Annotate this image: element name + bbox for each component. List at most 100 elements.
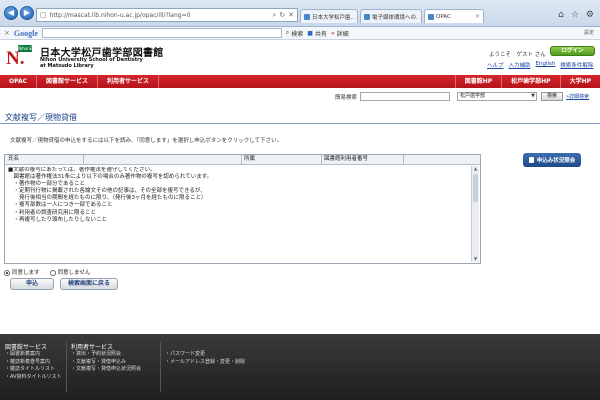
forward-icon[interactable]: ▶ [20,6,34,20]
back-icon[interactable]: ◀ [4,6,18,20]
page-title: 文献複写／現物貸借 [5,113,77,122]
tab-favicon [428,13,434,20]
footer-link[interactable]: ・文献複写・貸借申込状況照会 [71,366,141,374]
page-icon: ▢ [40,11,47,19]
magnifier-icon: ⌕ [285,29,290,36]
toolbar-share-button[interactable]: ■ 共有 [307,29,327,38]
scroll-down-icon[interactable]: ▼ [472,256,479,262]
chevron-down-icon: ▼ [531,93,535,99]
tab-label: 電子媒体環境への... [372,14,418,21]
search-icon[interactable]: ⌕ [272,11,276,20]
advanced-search-label: 詳細検索 [569,94,590,100]
back-to-search-button[interactable]: 検索画面に戻る [60,278,118,290]
login-button[interactable]: ログイン [550,46,595,56]
favorites-icon[interactable]: ☆ [571,10,579,20]
close-toolbar-icon[interactable]: × [4,29,10,37]
clear-conditions-link[interactable]: 検索条件解除 [560,61,593,69]
refresh-icon[interactable]: ↻ [279,11,285,19]
quick-search-input[interactable] [360,92,450,101]
toolbar-search-input[interactable] [41,28,282,38]
nav-university-hp[interactable]: 大学HP [561,75,600,88]
toolbar-details-button[interactable]: » 詳細 [331,29,349,38]
tab-label: 日本大学松戸歯... [312,14,354,21]
column-divider [321,155,322,164]
affiliation-column-label: 所属 [244,156,256,162]
request-status-label: 申込み状況照会 [536,158,576,164]
agree-label: 同意します [12,270,40,276]
request-form-table: 氏名 所属 図書館利用者番号 ■文献の複写にあたっては、著作権法を遵守してくださ… [4,154,481,264]
home-icon[interactable]: ⌂ [558,10,564,20]
scroll-up-icon[interactable]: ▲ [472,166,479,172]
consent-options: 同意します 同意しません [4,268,90,276]
close-tab-icon[interactable]: × [475,13,480,20]
terms-line: ・利用者の調査研究用に限ること [8,209,97,216]
agree-option[interactable]: 同意します [4,268,40,276]
logo-badge: NihonEDM [18,45,39,52]
nav-user-services[interactable]: 利用者サービス [98,75,160,88]
nav-matsudo-hp[interactable]: 松戸歯学部HP [502,75,561,88]
terms-line: ・再複写したり頒布したりしないこと [8,216,108,223]
tab-opac[interactable]: OPAC × [424,9,484,23]
disagree-radio[interactable] [49,269,56,276]
footer-link[interactable]: ・メールアドレス登録・変更・削除 [165,359,245,367]
toolbar-search-button[interactable]: ⌕ 検索 [286,29,303,38]
browser-chrome: ◀ ▶ ▢ http://mascat.lib.nihon-u.ac.jp/op… [0,0,600,27]
action-buttons: 申込 検索画面に戻る [0,278,600,296]
terms-line: ・複写部数は一人につき一部であること [8,202,113,209]
disagree-option[interactable]: 同意しません [49,268,91,276]
stop-icon[interactable]: ✕ [288,11,294,19]
toolbar-search-label: 検索 [291,30,304,38]
logo-letter-icon: N. [6,48,25,69]
input-assist-link[interactable]: 入力補助 [509,61,531,69]
advanced-search-link[interactable]: »詳細検索 [566,93,589,100]
footer-link[interactable]: ・雑誌タイトルリスト [5,366,62,374]
window-controls: ⌂ ☆ ⚙ [558,10,594,20]
copyright-terms[interactable]: ■文献の複写にあたっては、著作権法を遵守してください。 図書館は著作権法31条に… [8,167,470,261]
submit-button[interactable]: 申込 [10,278,54,290]
terms-scrollbar[interactable]: ▲ ▼ [471,166,479,262]
intro-text: 文献複写／現物貸借の申込をするには以下を読み、「同意します」を選択し申込ボタンを… [10,138,283,144]
footer-link[interactable]: ・雑誌新着巻号案内 [5,359,62,367]
tab-label: OPAC [436,13,451,20]
welcome-text: ようこそ ゲスト さん [489,52,546,58]
gear-icon[interactable]: ⚙ [586,10,594,20]
footer-divider [66,342,67,392]
search-scope-value: 松戸歯学部 [460,93,486,99]
scroll-thumb[interactable] [473,174,478,202]
quick-search-label: 簡易検索 [335,95,358,101]
footer-link[interactable]: ・図書新着案内 [5,351,62,359]
footer-library-title: 図書館サービス [5,344,48,351]
english-link[interactable]: English [536,61,556,69]
share-icon: ■ [307,29,313,37]
agree-radio[interactable] [4,269,10,276]
nav-opac[interactable]: OPAC [0,75,37,88]
site-footer: 図書館サービス ・図書新着案内 ・雑誌新着巻号案内 ・雑誌タイトルリスト ・AV… [0,334,600,400]
address-url[interactable]: http://mascat.lib.nihon-u.ac.jp/opac/ill… [50,12,270,19]
nav-library-services[interactable]: 図書館サービス [37,75,99,88]
footer-link[interactable]: ・文献複写・貸借申込み [71,359,141,367]
footer-link[interactable]: ・パスワード変更 [165,351,245,359]
footer-link[interactable]: ・AV資料タイトルリスト [5,374,62,382]
footer-user-list-b: ・パスワード変更 ・メールアドレス登録・変更・削除 [165,351,245,366]
document-icon [528,157,534,163]
address-bar[interactable]: ▢ http://mascat.lib.nihon-u.ac.jp/opac/i… [36,8,298,22]
site-subtitle-line-2: at Matsudo Library [40,63,94,69]
footer-link[interactable]: ・貸出・予約状況照会 [71,351,141,359]
tab-library-home[interactable]: 日本大学松戸歯... [300,9,358,23]
nav-library-hp[interactable]: 図書館HP [454,75,503,88]
help-link[interactable]: ヘルプ [487,61,504,69]
tab-favicon [364,13,370,20]
request-status-button[interactable]: 申込み状況照会 [523,153,581,167]
column-divider [83,155,84,164]
tab-favicon [304,13,310,20]
library-logo[interactable]: N. NihonEDM [6,45,39,69]
disagree-label: 同意しません [57,270,91,276]
search-scope-select[interactable]: 松戸歯学部 ▼ [457,92,537,101]
tab-electronic-media[interactable]: 電子媒体環境への... [360,9,422,23]
quick-search-button[interactable]: 検索 [541,92,563,101]
library-number-column-label: 図書館利用者番号 [324,156,369,162]
more-icon: » [330,29,335,37]
settings-label[interactable]: 設定 [584,29,594,36]
site-header: N. NihonEDM 日本大学松戸歯学部図書館 Nihon Universit… [0,41,600,73]
header-links: ヘルプ 入力補助 English 検索条件解除 [487,61,593,69]
